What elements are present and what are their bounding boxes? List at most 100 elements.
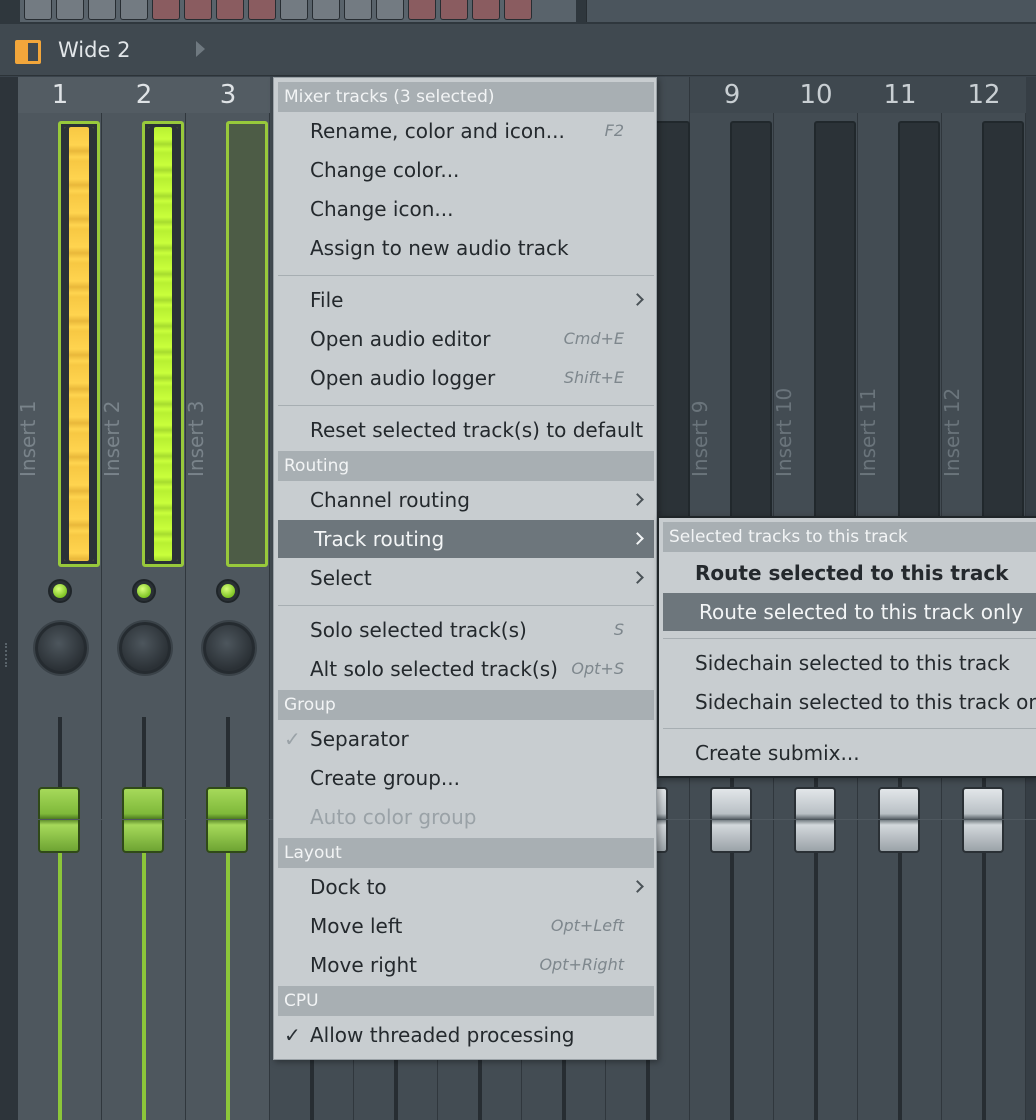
menu-separator: [663, 728, 1036, 729]
mixer-left-edge: [0, 77, 18, 1120]
pan-knob[interactable]: [203, 622, 255, 674]
menu-item-track-routing[interactable]: Track routing: [278, 520, 654, 558]
peak-meter: [982, 121, 1024, 567]
top-button[interactable]: [376, 0, 404, 20]
volume-fader[interactable]: [794, 787, 836, 853]
menu-item-move-right[interactable]: Move right Opt+Right: [278, 946, 654, 984]
menu-item-label: Select: [310, 566, 372, 590]
peak-meter: [898, 121, 940, 567]
strip-label: Insert 10: [772, 387, 796, 477]
strip-label: Insert 9: [688, 400, 712, 477]
track-routing-submenu: Selected tracks to this track Route sele…: [657, 516, 1036, 778]
strip-label: Insert 12: [940, 387, 964, 477]
chevron-right-icon: [631, 571, 644, 584]
top-button[interactable]: [216, 0, 244, 20]
strip-number: 2: [102, 77, 186, 113]
menu-item-label: Auto color group: [310, 805, 477, 829]
menu-item-assign-audio-track[interactable]: Assign to new audio track: [278, 229, 654, 267]
menu-item-solo[interactable]: Solo selected track(s) S: [278, 611, 654, 649]
menu-item-separator[interactable]: ✓ Separator: [278, 720, 654, 758]
peak-meter: [226, 121, 268, 567]
menu-item-shortcut: F2: [604, 121, 624, 140]
enable-led-icon[interactable]: [132, 579, 156, 603]
submenu-item-route-selected[interactable]: Route selected to this track: [663, 554, 1036, 592]
meter-fill: [64, 127, 94, 561]
resize-grip-icon[interactable]: [5, 643, 9, 667]
peak-meter: [58, 121, 100, 567]
volume-fader[interactable]: [206, 787, 248, 853]
top-button[interactable]: [280, 0, 308, 20]
strip-number: 11: [858, 77, 942, 113]
menu-separator: [278, 605, 654, 606]
menu-item-open-audio-logger[interactable]: Open audio logger Shift+E: [278, 359, 654, 397]
submenu-item-sidechain[interactable]: Sidechain selected to this track: [663, 644, 1036, 682]
menu-item-label: Move right: [310, 953, 417, 977]
volume-fader[interactable]: [122, 787, 164, 853]
fader-level-line: [226, 837, 230, 1120]
meter-fill: [148, 127, 178, 561]
menu-item-rename[interactable]: Rename, color and icon... F2: [278, 112, 654, 150]
menu-item-shortcut: Cmd+E: [563, 329, 624, 348]
menu-item-channel-routing[interactable]: Channel routing: [278, 481, 654, 519]
menu-item-label: Move left: [310, 914, 403, 938]
mixer-strip-1[interactable]: 1 Insert 1: [16, 77, 102, 1120]
volume-fader[interactable]: [710, 787, 752, 853]
chevron-right-icon[interactable]: [196, 41, 205, 57]
top-button[interactable]: [152, 0, 180, 20]
mixer-strip-2[interactable]: 2 Insert 2: [100, 77, 186, 1120]
enable-led-icon[interactable]: [48, 579, 72, 603]
volume-fader[interactable]: [38, 787, 80, 853]
submenu-item-create-submix[interactable]: Create submix...: [663, 734, 1036, 772]
strip-label: Insert 2: [100, 400, 124, 477]
menu-item-shortcut: Opt+S: [571, 659, 624, 678]
menu-item-shortcut: Opt+Left: [550, 916, 624, 935]
menu-item-label: Change color...: [310, 158, 460, 182]
top-button[interactable]: [504, 0, 532, 20]
top-button[interactable]: [344, 0, 372, 20]
menu-separator: [278, 405, 654, 406]
mixer-context-menu: Mixer tracks (3 selected) Rename, color …: [273, 77, 657, 1060]
top-button[interactable]: [24, 0, 52, 20]
top-button[interactable]: [408, 0, 436, 20]
strip-label: Insert 11: [856, 387, 880, 477]
menu-item-dock-to[interactable]: Dock to: [278, 868, 654, 906]
menu-item-create-group[interactable]: Create group...: [278, 759, 654, 797]
mixer-layout-title[interactable]: Wide 2: [58, 38, 130, 62]
top-strip: [0, 0, 1036, 24]
checkmark-icon: ✓: [284, 727, 301, 751]
menu-item-alt-solo[interactable]: Alt solo selected track(s) Opt+S: [278, 650, 654, 688]
top-button[interactable]: [120, 0, 148, 20]
enable-led-icon[interactable]: [216, 579, 240, 603]
top-button[interactable]: [312, 0, 340, 20]
top-button[interactable]: [56, 0, 84, 20]
menu-item-file[interactable]: File: [278, 281, 654, 319]
peak-meter: [730, 121, 772, 567]
volume-fader[interactable]: [878, 787, 920, 853]
mixer-strip-3[interactable]: 3 Insert 3: [184, 77, 270, 1120]
menu-item-threaded-processing[interactable]: ✓ Allow threaded processing: [278, 1016, 654, 1054]
pan-knob[interactable]: [35, 622, 87, 674]
menu-item-select[interactable]: Select: [278, 559, 654, 597]
top-button[interactable]: [184, 0, 212, 20]
menu-item-label: File: [310, 288, 344, 312]
mixer-layout-icon[interactable]: [15, 40, 41, 64]
menu-item-move-left[interactable]: Move left Opt+Left: [278, 907, 654, 945]
top-button[interactable]: [472, 0, 500, 20]
strip-number: 1: [18, 77, 102, 113]
menu-item-open-audio-editor[interactable]: Open audio editor Cmd+E: [278, 320, 654, 358]
pan-knob[interactable]: [119, 622, 171, 674]
top-button[interactable]: [248, 0, 276, 20]
top-button[interactable]: [440, 0, 468, 20]
top-button[interactable]: [88, 0, 116, 20]
menu-item-reset-tracks[interactable]: Reset selected track(s) to default: [278, 411, 654, 449]
mixer-title-bar: Wide 2: [0, 24, 1036, 76]
strip-label: Insert 3: [184, 400, 208, 477]
submenu-item-route-selected-only[interactable]: Route selected to this track only: [663, 593, 1036, 631]
submenu-item-sidechain-only[interactable]: Sidechain selected to this track only: [663, 683, 1036, 721]
volume-fader[interactable]: [962, 787, 1004, 853]
menu-item-label: Track routing: [314, 527, 445, 551]
peak-meter: [142, 121, 184, 567]
menu-item-change-icon[interactable]: Change icon...: [278, 190, 654, 228]
menu-item-change-color[interactable]: Change color...: [278, 151, 654, 189]
checkmark-icon: ✓: [284, 1023, 301, 1047]
